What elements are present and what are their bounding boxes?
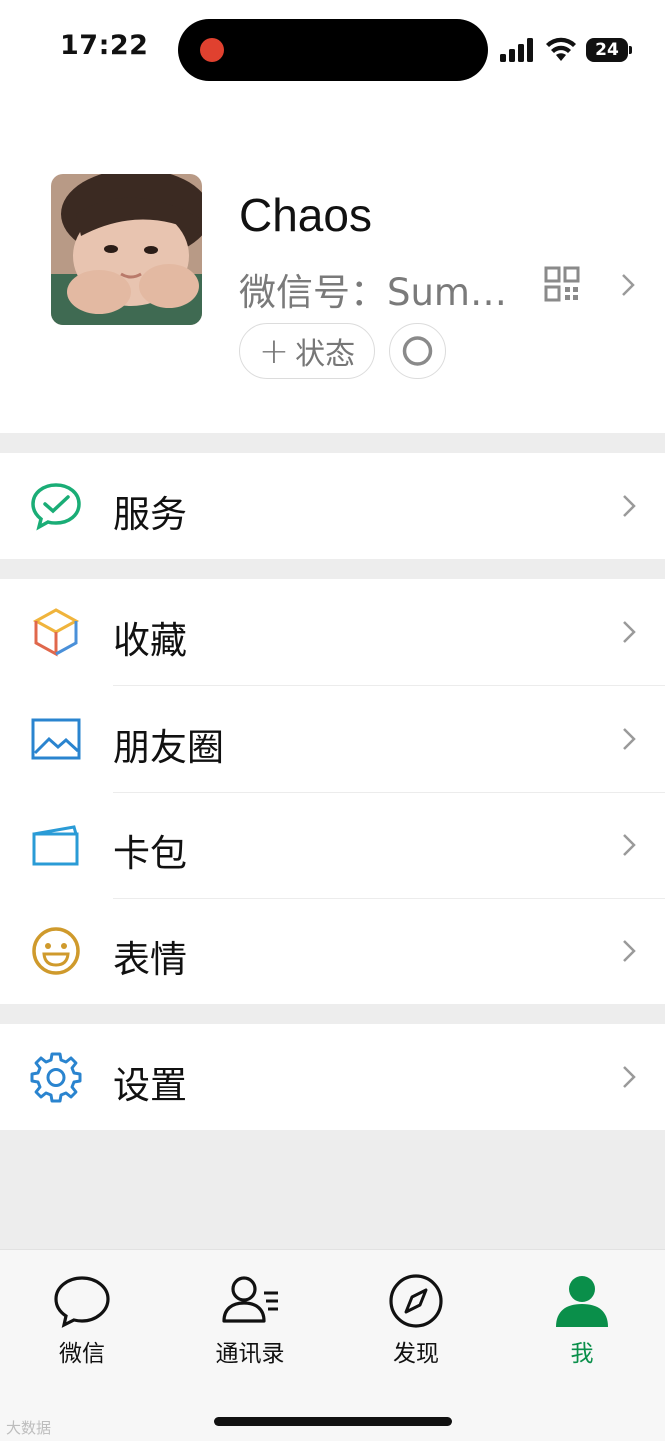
menu-label-settings: 设置 xyxy=(113,1064,187,1107)
chevron-right-icon xyxy=(623,834,636,856)
watermark: 大数据 xyxy=(6,1419,52,1437)
chevron-right-icon xyxy=(623,940,636,962)
menu-label-favorites: 收藏 xyxy=(113,619,187,662)
tab-contacts[interactable]: 通讯录 xyxy=(190,1268,310,1368)
avatar-photo xyxy=(51,174,202,325)
tab-label-contacts: 通讯录 xyxy=(215,1341,285,1367)
menu-item-favorites[interactable]: 收藏 xyxy=(0,579,665,685)
chevron-right-icon xyxy=(622,274,635,296)
menu-item-services[interactable]: 服务 xyxy=(0,453,665,559)
status-ring-button[interactable] xyxy=(389,323,446,379)
menu-item-cards[interactable]: 卡包 xyxy=(0,792,665,898)
contacts-icon xyxy=(222,1276,278,1323)
status-time: 17:22 xyxy=(60,30,149,61)
cellular-signal-icon xyxy=(500,38,533,62)
dynamic-island xyxy=(178,19,488,81)
status-button-label: 状态 xyxy=(295,337,356,372)
battery-level: 24 xyxy=(595,40,619,60)
home-indicator[interactable] xyxy=(214,1417,452,1426)
add-status-button[interactable]: + 状态 xyxy=(239,323,375,379)
wechat-pay-check-icon xyxy=(31,483,81,531)
tab-me[interactable]: 我 xyxy=(522,1268,642,1368)
profile-wechat-id: 微信号：Sum… xyxy=(239,271,507,314)
compass-icon xyxy=(389,1274,443,1328)
qr-code-icon[interactable] xyxy=(544,266,580,302)
menu-item-settings[interactable]: 设置 xyxy=(0,1024,665,1130)
menu-group-main: 收藏 朋友圈 卡包 表情 xyxy=(0,579,665,1004)
avatar[interactable] xyxy=(51,174,202,325)
tab-label-chats: 微信 xyxy=(59,1341,105,1367)
profile-nickname: Chaos xyxy=(239,189,372,241)
chevron-right-icon xyxy=(623,495,636,517)
recording-indicator-icon xyxy=(200,38,224,62)
gear-icon xyxy=(30,1052,82,1103)
menu-group-settings: 设置 xyxy=(0,1024,665,1130)
menu-label-cards: 卡包 xyxy=(113,832,187,875)
picture-icon xyxy=(31,718,81,760)
person-icon xyxy=(556,1276,608,1327)
smile-icon xyxy=(32,927,80,975)
menu-label-stickers: 表情 xyxy=(113,938,187,981)
menu-group-services: 服务 xyxy=(0,453,665,559)
tab-discover[interactable]: 发现 xyxy=(356,1268,476,1368)
menu-label-services: 服务 xyxy=(113,493,187,536)
status-bar: 17:22 24 xyxy=(0,0,665,100)
plus-icon: + xyxy=(258,330,290,372)
menu-item-moments[interactable]: 朋友圈 xyxy=(0,686,665,792)
chevron-right-icon xyxy=(623,728,636,750)
bottom-tab-bar: 微信 通讯录 发现 我 xyxy=(0,1249,665,1441)
menu-item-stickers[interactable]: 表情 xyxy=(0,898,665,1004)
menu-label-moments: 朋友圈 xyxy=(113,726,224,769)
card-icon xyxy=(32,825,79,866)
chevron-right-icon xyxy=(623,1066,636,1088)
tab-label-discover: 发现 xyxy=(393,1341,439,1367)
cube-icon xyxy=(32,608,80,657)
profile-header[interactable]: Chaos 微信号：Sum… + 状态 xyxy=(0,100,665,433)
chat-bubble-icon xyxy=(54,1276,110,1328)
tab-label-me: 我 xyxy=(570,1341,594,1367)
battery-icon: 24 xyxy=(586,38,632,62)
tab-chats[interactable]: 微信 xyxy=(22,1268,142,1368)
chevron-right-icon xyxy=(623,621,636,643)
ring-icon xyxy=(402,336,433,366)
wifi-icon xyxy=(546,37,576,61)
